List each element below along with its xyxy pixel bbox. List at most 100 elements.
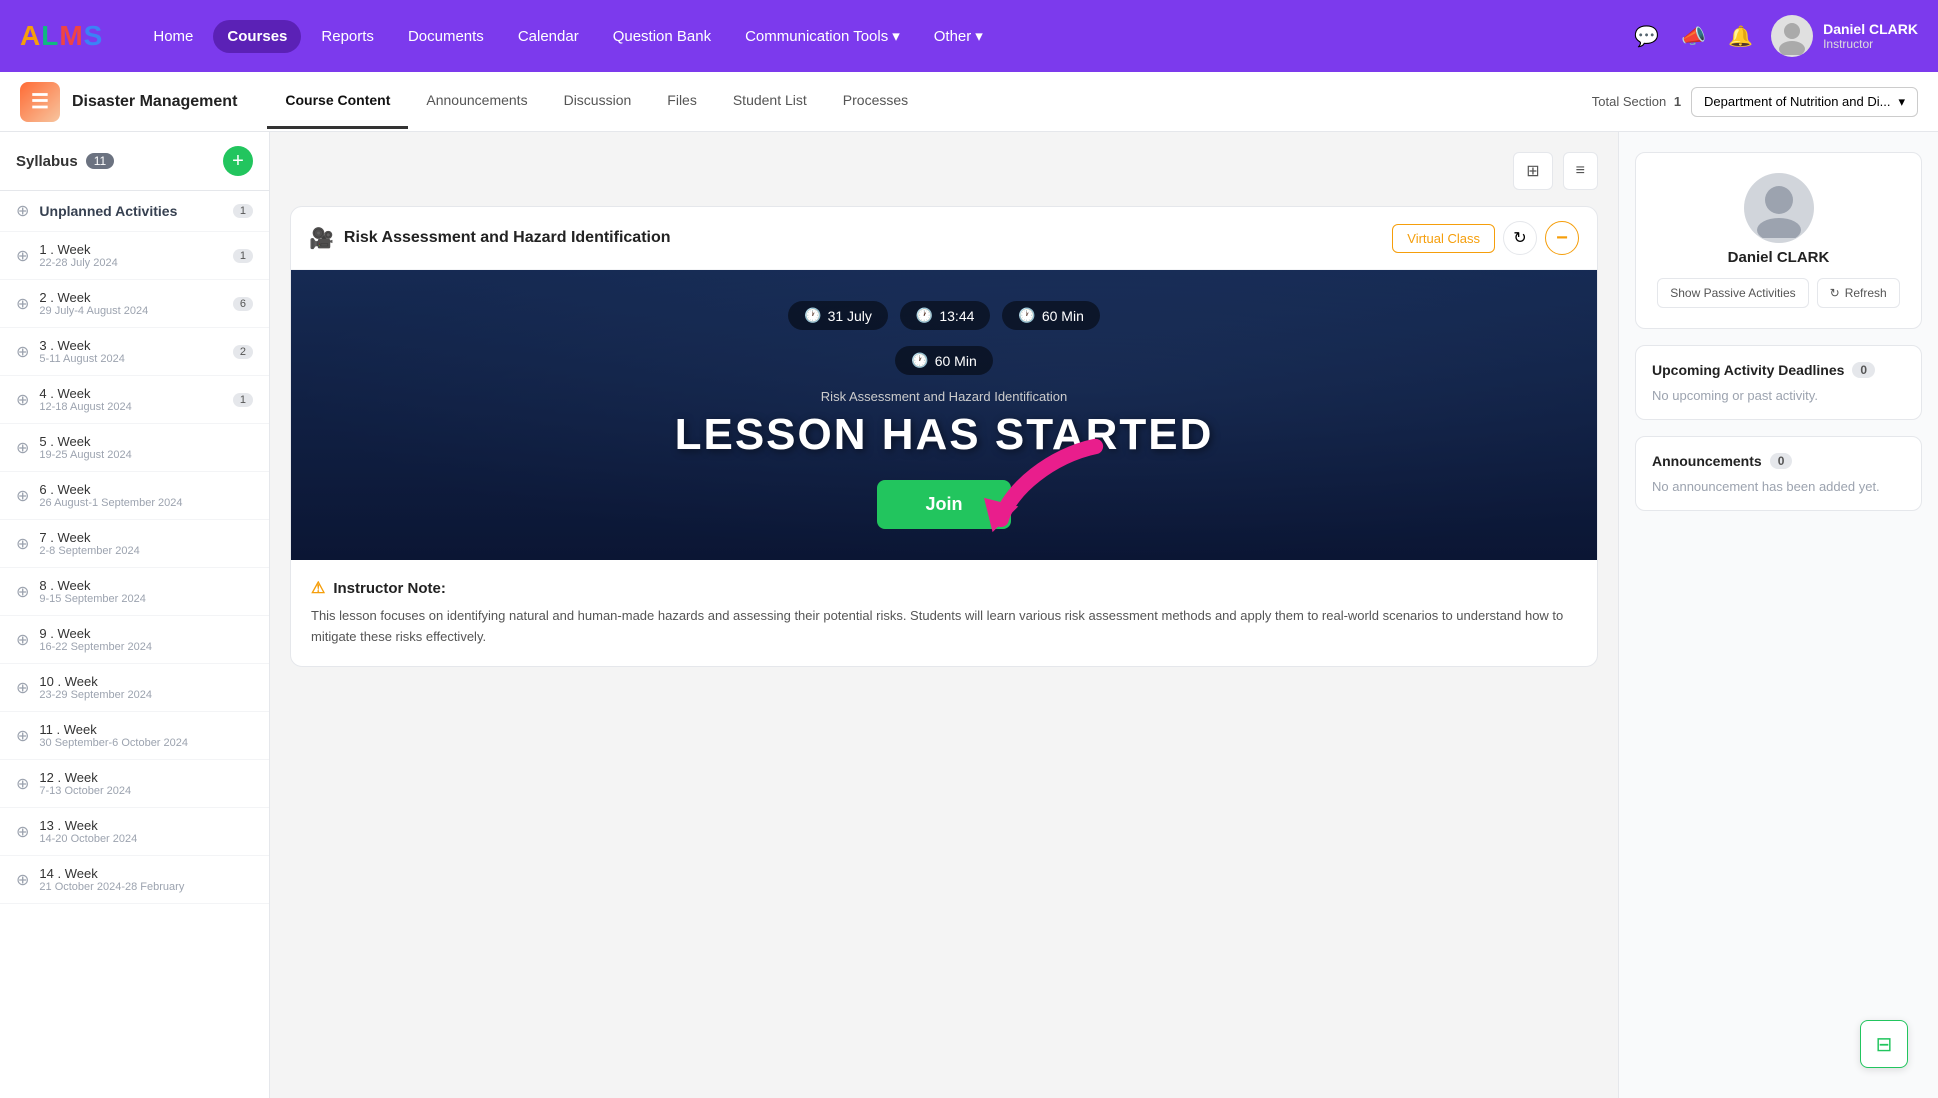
sidebar-item-count: 1 [233,249,253,263]
banner-subtitle: Risk Assessment and Hazard Identificatio… [821,389,1067,404]
sidebar-item-week3[interactable]: ⊕ 3 . Week 5-11 August 2024 2 [0,328,269,376]
sidebar-item-week10[interactable]: ⊕ 10 . Week 23-29 September 2024 [0,664,269,712]
layers-icon: ⊕ [16,486,29,506]
nav-reports[interactable]: Reports [307,20,388,53]
nav-links: Home Courses Reports Documents Calendar … [139,19,1606,53]
content-area: ⊞ ≡ 🎥 Risk Assessment and Hazard Identif… [270,132,1618,1098]
banner-duration2-pill: 🕐 60 Min [895,346,992,375]
nav-question-bank[interactable]: Question Bank [599,20,725,53]
announcements-card: Announcements 0 No announcement has been… [1635,436,1922,511]
lesson-title-area: 🎥 Risk Assessment and Hazard Identificat… [309,226,671,251]
sidebar-item-week1[interactable]: ⊕ 1 . Week 22-28 July 2024 1 [0,232,269,280]
sidebar-item-week12[interactable]: ⊕ 12 . Week 7-13 October 2024 [0,760,269,808]
sidebar-item-week6[interactable]: ⊕ 6 . Week 26 August-1 September 2024 [0,472,269,520]
banner-date-pill: 🕐 31 July [788,301,888,330]
sidebar-item-week8[interactable]: ⊕ 8 . Week 9-15 September 2024 [0,568,269,616]
banner-duration-pill: 🕐 60 Min [1002,301,1099,330]
nav-right-area: 💬 📣 🔔 Daniel CLARK Instructor [1630,15,1918,57]
banner-started-text: LESSON HAS STARTED [675,410,1214,460]
filter-icon: ⊟ [1876,1032,1893,1057]
tab-student-list[interactable]: Student List [715,74,825,129]
refresh-icon: ↻ [1830,286,1840,300]
megaphone-icon[interactable]: 📣 [1677,20,1710,53]
department-select[interactable]: Department of Nutrition and Di... ▾ [1691,87,1918,117]
layers-icon: ⊕ [16,678,29,698]
layers-icon: ⊕ [16,582,29,602]
sidebar-item-week9[interactable]: ⊕ 9 . Week 16-22 September 2024 [0,616,269,664]
sub-navigation: ☰ Disaster Management Course Content Ann… [0,72,1938,132]
fab-filter-button[interactable]: ⊟ [1860,1020,1908,1068]
instructor-note: ⚠ Instructor Note: This lesson focuses o… [291,560,1597,666]
refresh-button[interactable]: ↻ Refresh [1817,278,1900,308]
tab-discussion[interactable]: Discussion [546,74,650,129]
upcoming-deadlines-title: Upcoming Activity Deadlines 0 [1652,362,1905,378]
banner-duration-row2: 🕐 60 Min [895,346,992,375]
virtual-class-button[interactable]: Virtual Class [1392,224,1495,253]
lesson-title: Risk Assessment and Hazard Identificatio… [344,229,671,247]
layers-icon: ⊕ [16,822,29,842]
chevron-down-icon: ▾ [892,27,900,45]
nav-other[interactable]: Other ▾ [920,19,997,53]
sidebar-title: Syllabus [16,153,78,170]
banner-pills: 🕐 31 July 🕐 13:44 🕐 60 Min [788,301,1100,330]
course-title: Disaster Management [72,93,237,111]
clock-icon: 🕐 [911,352,928,369]
nav-communication-tools[interactable]: Communication Tools ▾ [731,19,914,53]
logo-m: M [59,20,83,51]
sidebar-item-week7[interactable]: ⊕ 7 . Week 2-8 September 2024 [0,520,269,568]
logo[interactable]: ALMS [20,20,103,52]
sidebar: Syllabus 11 + ⊕ Unplanned Activities 1 ⊕… [0,132,270,1098]
avatar [1771,15,1813,57]
tab-course-content[interactable]: Course Content [267,74,408,129]
list-view-button[interactable]: ≡ [1563,152,1598,190]
sidebar-item-unplanned[interactable]: ⊕ Unplanned Activities 1 [0,191,269,232]
nav-documents[interactable]: Documents [394,20,498,53]
nav-home[interactable]: Home [139,20,207,53]
sidebar-item-week5[interactable]: ⊕ 5 . Week 19-25 August 2024 [0,424,269,472]
lesson-icon: 🎥 [309,226,334,251]
clock-icon: 🕐 [804,307,821,324]
sidebar-item-week14[interactable]: ⊕ 14 . Week 21 October 2024-28 February [0,856,269,904]
grid-view-button[interactable]: ⊞ [1513,152,1552,190]
total-section-label: Total Section 1 [1592,94,1681,109]
bell-icon[interactable]: 🔔 [1724,20,1757,53]
logo-s: S [84,20,104,51]
logo-a: A [20,20,41,51]
add-item-button[interactable]: + [223,146,253,176]
join-button-container: Join [877,480,1010,529]
nav-courses[interactable]: Courses [213,20,301,53]
sidebar-count-badge: 11 [86,153,114,169]
note-text: This lesson focuses on identifying natur… [311,606,1577,648]
no-announcement-text: No announcement has been added yet. [1652,479,1905,494]
sidebar-item-week11[interactable]: ⊕ 11 . Week 30 September-6 October 2024 [0,712,269,760]
sidebar-item-week2[interactable]: ⊕ 2 . Week 29 July-4 August 2024 6 [0,280,269,328]
layers-icon: ⊕ [16,630,29,650]
show-passive-activities-button[interactable]: Show Passive Activities [1657,278,1808,308]
main-layout: Syllabus 11 + ⊕ Unplanned Activities 1 ⊕… [0,132,1938,1098]
sidebar-item-count: 6 [233,297,253,311]
content-toolbar: ⊞ ≡ [290,152,1598,190]
sidebar-item-week4[interactable]: ⊕ 4 . Week 12-18 August 2024 1 [0,376,269,424]
sidebar-item-week13[interactable]: ⊕ 13 . Week 14-20 October 2024 [0,808,269,856]
instructor-card: Daniel CLARK Show Passive Activities ↻ R… [1635,152,1922,329]
sub-nav-right: Total Section 1 Department of Nutrition … [1592,87,1918,117]
lesson-card: 🎥 Risk Assessment and Hazard Identificat… [290,206,1598,667]
layers-icon: ⊕ [16,294,29,314]
tab-announcements[interactable]: Announcements [408,74,545,129]
lesson-banner: 🕐 31 July 🕐 13:44 🕐 60 Min 🕐 [291,270,1597,560]
user-menu[interactable]: Daniel CLARK Instructor [1771,15,1918,57]
chat-icon[interactable]: 💬 [1630,20,1663,53]
layers-icon: ⊕ [16,534,29,554]
minimize-button[interactable]: − [1545,221,1579,255]
tab-processes[interactable]: Processes [825,74,926,129]
chevron-down-icon: ▾ [1898,94,1905,110]
sidebar-item-count: 2 [233,345,253,359]
nav-calendar[interactable]: Calendar [504,20,593,53]
tab-files[interactable]: Files [649,74,715,129]
clock-icon: 🕐 [1018,307,1035,324]
refresh-lesson-button[interactable]: ↻ [1503,221,1537,255]
layers-icon: ⊕ [16,726,29,746]
join-button[interactable]: Join [877,480,1010,529]
chevron-down-icon: ▾ [975,27,983,45]
instructor-name: Daniel CLARK [1728,249,1830,266]
